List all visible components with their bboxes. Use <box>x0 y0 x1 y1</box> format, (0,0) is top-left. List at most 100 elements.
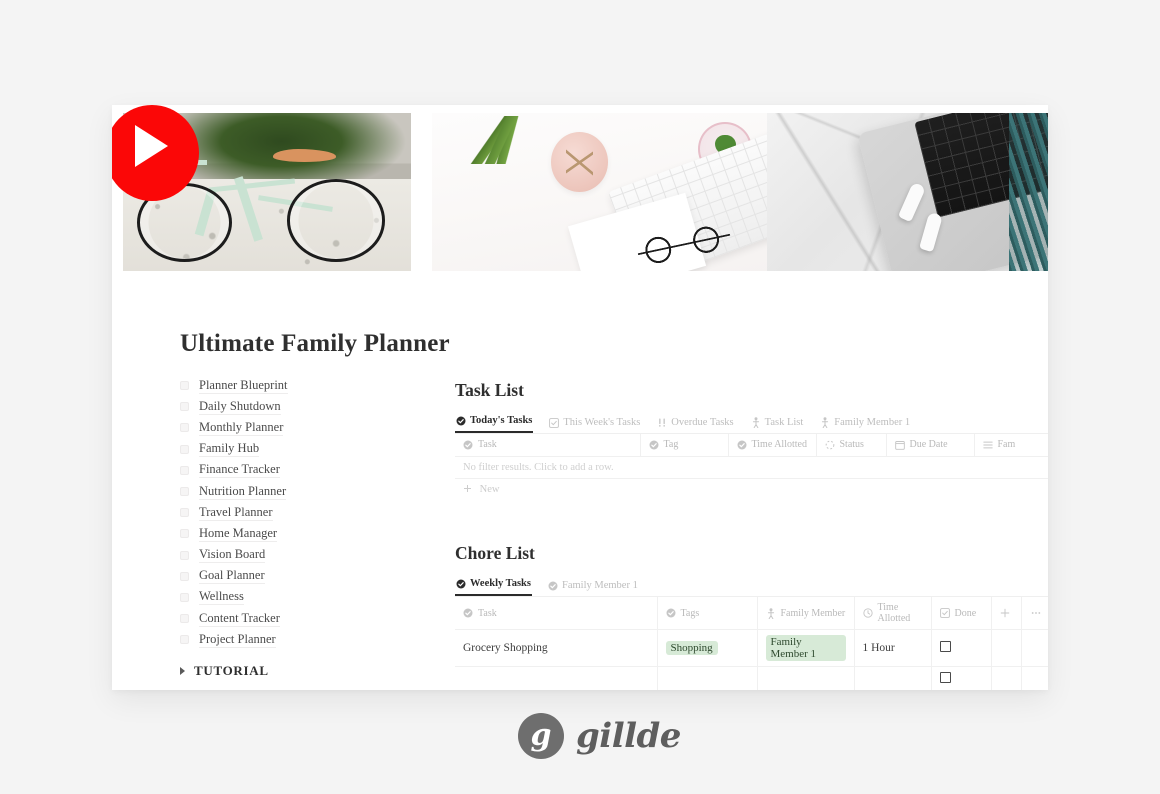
table-row[interactable]: Grocery Shopping Shopping Family Member 1 1… <box>455 629 1048 667</box>
chore-list-block: Chore List Weekly Tasks Family Member 1 T… <box>455 543 1048 690</box>
toc-checkbox[interactable] <box>180 508 189 518</box>
table-row[interactable] <box>455 666 1048 690</box>
toc-item-finance-tracker[interactable]: Finance Tracker <box>180 460 410 481</box>
column-header-action[interactable] <box>1021 597 1048 630</box>
done-checkbox[interactable] <box>939 641 951 652</box>
check-badge-icon <box>649 440 659 450</box>
column-header-family-member[interactable]: Family Member <box>757 597 855 630</box>
cell-task[interactable] <box>455 666 658 690</box>
column-header-action[interactable] <box>991 597 1022 630</box>
column-header-label: Task <box>478 439 497 451</box>
new-row-label: New <box>479 483 500 495</box>
column-header-task[interactable]: Task <box>455 434 641 457</box>
column-header-tag[interactable]: Tag <box>640 434 729 457</box>
toc-item-wellness[interactable]: Wellness <box>180 587 410 608</box>
toc-checkbox[interactable] <box>180 529 189 539</box>
cell-family-member[interactable] <box>757 666 855 690</box>
column-header-time-allotted[interactable]: Time Allotted <box>728 434 817 457</box>
empty-state-row[interactable]: No filter results. Click to add a row. <box>455 456 1048 479</box>
tutorial-label: TUTORIAL <box>194 663 269 679</box>
planner-card: Ultimate Family Planner Planner Blueprin… <box>112 105 1048 690</box>
toc-item-daily-shutdown[interactable]: Daily Shutdown <box>180 396 410 417</box>
check-badge-icon <box>666 608 676 618</box>
tab-family-member-1[interactable]: Family Member 1 <box>547 577 639 596</box>
done-checkbox[interactable] <box>939 672 951 683</box>
toc-checkbox[interactable] <box>180 465 189 475</box>
tab-label: Today's Tasks <box>470 415 533 426</box>
cell-time-allotted[interactable]: 1 Hour <box>854 629 932 667</box>
toc-checkbox[interactable] <box>180 550 189 560</box>
cell-spacer-1 <box>991 666 1022 690</box>
tab-label: Task List <box>764 417 804 428</box>
chore-list-table[interactable]: Task Tags Family Member Time Allotted Done G… <box>455 597 1048 690</box>
toc-checkbox[interactable] <box>180 444 189 454</box>
chore-list-tabs[interactable]: Weekly Tasks Family Member 1 <box>455 575 1048 597</box>
toc-item-home-manager[interactable]: Home Manager <box>180 523 410 544</box>
cell-done[interactable] <box>931 629 992 667</box>
cell-tags[interactable]: Shopping <box>657 629 758 667</box>
column-header-done[interactable]: Done <box>931 597 992 630</box>
toc-item-travel-planner[interactable]: Travel Planner <box>180 502 410 523</box>
tab-weekly-tasks[interactable]: Weekly Tasks <box>455 575 532 596</box>
column-header-label: Family Member <box>780 607 846 619</box>
toc-checkbox[interactable] <box>180 381 189 391</box>
check-badge-icon <box>548 581 558 591</box>
task-list-table[interactable]: Task Tag Time Allotted Status Due Date Fam No… <box>455 434 1048 501</box>
toc-item-label: Daily Shutdown <box>199 398 281 415</box>
cell-spacer-2 <box>1021 666 1048 690</box>
cell-done[interactable] <box>931 666 992 690</box>
new-row-button[interactable]: New <box>455 478 1048 501</box>
tab-today-s-tasks[interactable]: Today's Tasks <box>455 412 534 433</box>
tab-overdue-tasks[interactable]: Overdue Tasks <box>656 414 734 433</box>
column-header-fam[interactable]: Fam <box>974 434 1048 457</box>
column-header-tags[interactable]: Tags <box>657 597 758 630</box>
column-header-label: Task <box>478 607 497 619</box>
person-icon <box>766 607 776 619</box>
toc-checkbox[interactable] <box>180 614 189 624</box>
column-header-task[interactable]: Task <box>455 597 658 630</box>
column-header-status[interactable]: Status <box>816 434 887 457</box>
toc-item-content-tracker[interactable]: Content Tracker <box>180 608 410 629</box>
task-list-block: Task List Today's Tasks This Week's Tasks… <box>455 380 1048 501</box>
cell-spacer-2 <box>1021 629 1048 667</box>
checkbox-square-icon <box>549 417 560 428</box>
toc-checkbox[interactable] <box>180 423 189 433</box>
check-badge-icon <box>456 579 466 589</box>
tab-family-member-1[interactable]: Family Member 1 <box>819 414 911 433</box>
toc-item-nutrition-planner[interactable]: Nutrition Planner <box>180 481 410 502</box>
toc-item-family-hub[interactable]: Family Hub <box>180 439 410 460</box>
toc-item-planner-blueprint[interactable]: Planner Blueprint <box>180 375 410 396</box>
toc-checkbox[interactable] <box>180 487 189 497</box>
cell-task[interactable]: Grocery Shopping <box>455 629 658 667</box>
toc-item-label: Travel Planner <box>199 504 273 521</box>
cell-family-member[interactable]: Family Member 1 <box>757 629 855 667</box>
tutorial-toggle[interactable]: TUTORIAL <box>180 663 410 679</box>
column-header-time-allotted[interactable]: Time Allotted <box>854 597 932 630</box>
toc-item-goal-planner[interactable]: Goal Planner <box>180 566 410 587</box>
toc-item-label: Project Planner <box>199 631 276 648</box>
column-header-due-date[interactable]: Due Date <box>886 434 975 457</box>
cell-tags[interactable] <box>657 666 758 690</box>
toc-checkbox[interactable] <box>180 402 189 412</box>
toc-item-vision-board[interactable]: Vision Board <box>180 545 410 566</box>
spinner-icon <box>825 440 835 450</box>
task-list-tabs[interactable]: Today's Tasks This Week's Tasks Overdue Ta… <box>455 412 1048 434</box>
banner <box>112 105 1048 305</box>
column-header-label: Tags <box>680 607 700 619</box>
cell-time-allotted[interactable] <box>854 666 932 690</box>
table-of-contents: Planner Blueprint Daily Shutdown Monthly P… <box>180 375 410 679</box>
toc-item-monthly-planner[interactable]: Monthly Planner <box>180 417 410 438</box>
tab-this-week-s-tasks[interactable]: This Week's Tasks <box>548 414 641 433</box>
toc-checkbox[interactable] <box>180 571 189 581</box>
tab-label: Family Member 1 <box>562 580 638 591</box>
tab-task-list[interactable]: Task List <box>750 414 805 433</box>
toc-checkbox[interactable] <box>180 592 189 602</box>
check-badge-icon <box>456 416 466 426</box>
toc-item-label: Family Hub <box>199 441 260 458</box>
toc-item-label: Planner Blueprint <box>199 377 288 394</box>
desk-flatlay-photo <box>432 113 792 271</box>
toc-item-label: Wellness <box>199 589 244 606</box>
toc-item-project-planner[interactable]: Project Planner <box>180 629 410 650</box>
toc-checkbox[interactable] <box>180 635 189 645</box>
logo-wordmark: gillde <box>576 716 681 756</box>
